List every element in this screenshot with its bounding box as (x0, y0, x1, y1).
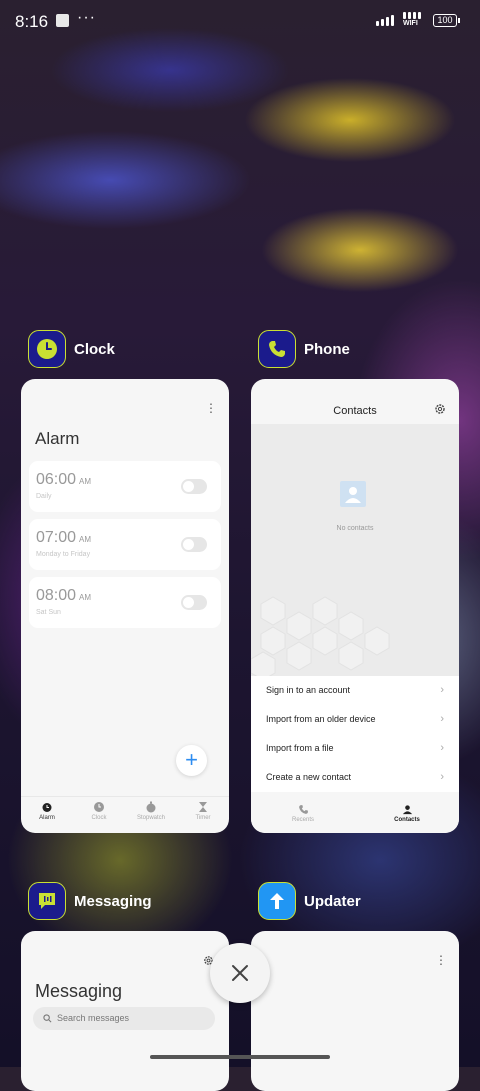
updater-more-icon[interactable]: ⋮ (435, 953, 447, 967)
chevron-right-icon: › (440, 742, 444, 754)
contact-placeholder-icon (340, 481, 366, 507)
messaging-app-icon[interactable] (28, 882, 66, 920)
close-all-button[interactable] (210, 943, 270, 1003)
menu-sign-in-label: Sign in to an account (266, 685, 351, 695)
close-icon (232, 965, 248, 981)
menu-create-contact-label: Create a new contact (266, 772, 352, 782)
tab-timer-label: Timer (195, 815, 211, 821)
wifi-icon: WIFI (403, 12, 421, 27)
alarm-toggle[interactable] (181, 537, 207, 552)
hourglass-icon (199, 802, 207, 812)
phone-bottom-nav: Recents Contacts (251, 800, 459, 833)
more-notifications-icon: ··· (77, 9, 96, 26)
tab-contacts[interactable]: Contacts (355, 800, 459, 833)
clock-bottom-nav: Alarm Clock Stopwatch Timer (21, 796, 229, 833)
alarm-time: 08:00 (36, 587, 77, 604)
tab-clock-label: Clock (91, 815, 107, 821)
stopwatch-icon (146, 801, 156, 813)
alarm-item[interactable]: 08:00 AM Sat Sun (29, 577, 221, 628)
contacts-options-menu: Sign in to an account › Import from an ol… (251, 676, 459, 792)
search-icon (43, 1014, 52, 1023)
search-messages-input[interactable]: Search messages (33, 1007, 215, 1030)
messaging-app-label: Messaging (74, 892, 152, 910)
alarm-icon (42, 803, 52, 812)
alarm-time: 07:00 (36, 529, 77, 546)
messaging-app-header[interactable]: Messaging (28, 882, 152, 920)
no-contacts-text: No contacts (336, 525, 374, 532)
alarm-repeat: Sat Sun (36, 609, 61, 616)
clock-app-card[interactable]: ⋮ Alarm 06:00 AM Daily 07:00 AM Monday to … (21, 379, 229, 833)
alarm-item[interactable]: 06:00 AM Daily (29, 461, 221, 512)
contacts-empty-area (251, 424, 459, 676)
tab-alarm[interactable]: Alarm (21, 797, 73, 833)
battery-icon: 100 (433, 14, 460, 27)
alarm-repeat: Monday to Friday (36, 551, 91, 558)
updater-app-icon[interactable] (258, 882, 296, 920)
menu-sign-in[interactable]: Sign in to an account › (251, 676, 459, 705)
clock-app-label: Clock (74, 340, 115, 358)
phone-app-icon[interactable] (258, 330, 296, 368)
tab-recents[interactable]: Recents (251, 800, 355, 833)
alarm-item[interactable]: 07:00 AM Monday to Friday (29, 519, 221, 570)
menu-import-file[interactable]: Import from a file › (251, 734, 459, 763)
person-icon (402, 805, 412, 815)
alarm-repeat: Daily (36, 493, 52, 500)
clock-app-header[interactable]: Clock (28, 330, 115, 368)
tab-recents-label: Recents (291, 817, 314, 823)
chevron-right-icon: › (440, 771, 444, 783)
contacts-title: Contacts (333, 405, 377, 417)
menu-import-older-device-label: Import from an older device (266, 714, 376, 724)
status-bar: 8:16 ··· WIFI 100 (0, 0, 480, 44)
updater-app-label: Updater (304, 892, 361, 910)
hexagon-pattern (251, 596, 390, 676)
updater-app-card[interactable]: ⋮ (251, 931, 459, 1091)
alarm-title: Alarm (35, 429, 80, 448)
tab-stopwatch-label: Stopwatch (136, 815, 166, 821)
messaging-title: Messaging (35, 981, 123, 1001)
phone-app-label: Phone (304, 340, 350, 358)
menu-import-file-label: Import from a file (266, 743, 334, 753)
tab-alarm-label: Alarm (39, 815, 55, 821)
tab-clock[interactable]: Clock (73, 797, 125, 833)
status-time: 8:16 (15, 12, 49, 31)
home-indicator[interactable] (150, 1055, 330, 1059)
chevron-right-icon: › (440, 684, 444, 696)
chevron-right-icon: › (440, 713, 444, 725)
messaging-app-card[interactable]: Messaging Search messages (21, 931, 229, 1091)
tab-stopwatch[interactable]: Stopwatch (125, 797, 177, 833)
tab-timer[interactable]: Timer (177, 797, 229, 833)
alarm-toggle[interactable] (181, 479, 207, 494)
alarm-ampm: AM (79, 477, 92, 486)
menu-create-contact[interactable]: Create a new contact › (251, 763, 459, 792)
clock-icon (94, 802, 104, 812)
clock-more-icon[interactable]: ⋮ (205, 401, 217, 415)
signal-icon (376, 15, 394, 26)
alarm-ampm: AM (79, 535, 92, 544)
phone-app-header[interactable]: Phone (258, 330, 350, 368)
alarm-toggle[interactable] (181, 595, 207, 610)
phone-app-card[interactable]: Contacts No contacts Sign in to an accou… (251, 379, 459, 833)
clock-app-icon[interactable] (28, 330, 66, 368)
tab-contacts-label: Contacts (394, 817, 420, 823)
notification-icon (56, 14, 69, 27)
search-placeholder: Search messages (57, 1013, 130, 1023)
add-alarm-button[interactable]: + (176, 745, 207, 776)
wifi-label: WIFI (403, 20, 418, 27)
menu-import-older-device[interactable]: Import from an older device › (251, 705, 459, 734)
settings-gear-icon[interactable] (434, 403, 446, 415)
phone-icon (298, 805, 308, 814)
alarm-ampm: AM (79, 593, 92, 602)
updater-app-header[interactable]: Updater (258, 882, 361, 920)
alarm-time: 06:00 (36, 471, 77, 488)
